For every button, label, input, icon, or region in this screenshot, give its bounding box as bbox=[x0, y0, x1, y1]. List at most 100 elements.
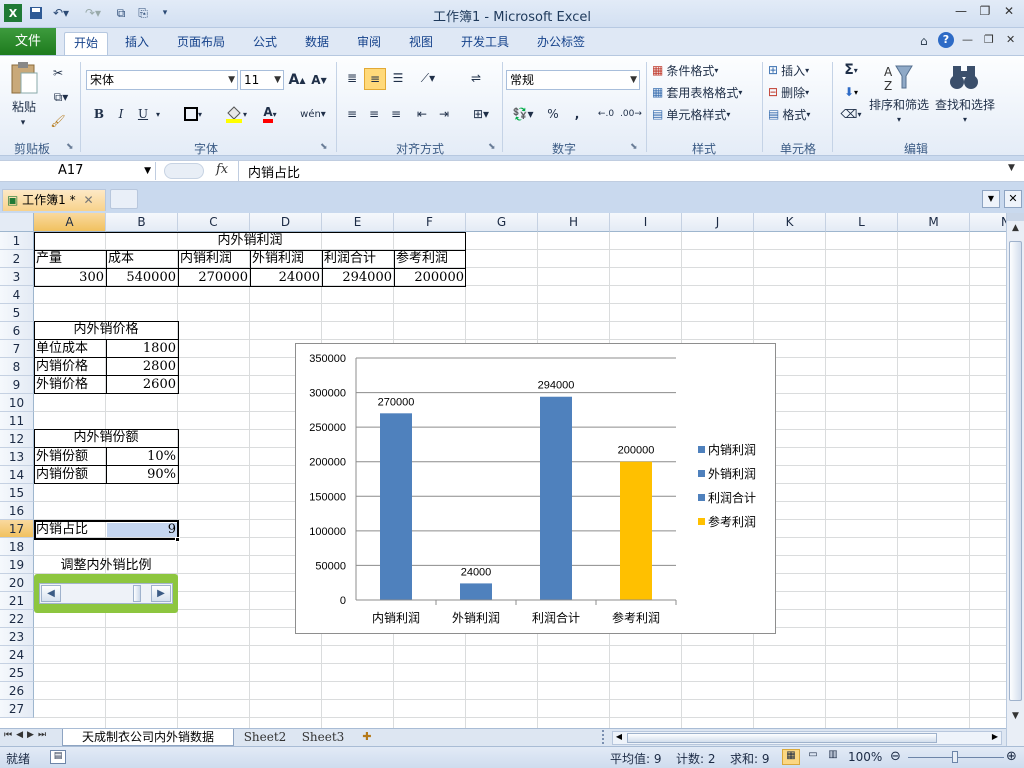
merge-center-icon[interactable]: ⊞▾ bbox=[466, 104, 496, 124]
number-launcher-icon[interactable]: ⬊ bbox=[630, 142, 638, 152]
tab-page-layout[interactable]: 页面布局 bbox=[168, 32, 234, 55]
split-box[interactable] bbox=[1007, 213, 1024, 221]
row-header[interactable]: 2 bbox=[0, 250, 34, 268]
bold-button[interactable]: B bbox=[90, 104, 108, 124]
cell-b9[interactable]: 2600 bbox=[106, 376, 178, 394]
sort-filter-button[interactable]: 排序和筛选 bbox=[868, 96, 930, 112]
cell-b14[interactable]: 90% bbox=[106, 466, 178, 484]
row-header[interactable]: 13 bbox=[0, 448, 34, 466]
underline-dropdown-icon[interactable]: ▾ bbox=[152, 104, 164, 124]
cell-b2[interactable]: 成本 bbox=[106, 250, 178, 268]
scroll-up-icon[interactable]: ▲ bbox=[1008, 223, 1023, 238]
format-painter-icon[interactable]: 🖌 bbox=[48, 112, 68, 130]
cell-f3[interactable]: 200000 bbox=[394, 269, 466, 287]
help-icon[interactable]: ? bbox=[938, 32, 954, 48]
row-header[interactable]: 21 bbox=[0, 592, 34, 610]
zoom-out-icon[interactable]: ⊖ bbox=[890, 749, 901, 764]
cell-d3[interactable]: 24000 bbox=[250, 269, 322, 287]
cell-a14[interactable]: 内销份额 bbox=[34, 466, 106, 484]
italic-button[interactable]: I bbox=[112, 104, 130, 124]
page-layout-view-icon[interactable]: ▭ bbox=[804, 749, 822, 765]
tab-list-icon[interactable]: ▼ bbox=[982, 190, 1000, 208]
align-left-icon[interactable]: ≡ bbox=[342, 104, 362, 124]
paste-button[interactable]: 粘贴 bbox=[6, 98, 42, 114]
row-header[interactable]: 16 bbox=[0, 502, 34, 520]
vscroll-thumb[interactable] bbox=[1009, 241, 1022, 701]
new-tab-button[interactable] bbox=[110, 189, 138, 209]
sheet-nav-icons[interactable]: ⏮◀▶⏭ bbox=[4, 730, 50, 740]
cell-a17[interactable]: 内销占比 bbox=[34, 521, 106, 539]
row-header[interactable]: 6 bbox=[0, 322, 34, 340]
zoom-slider-thumb[interactable] bbox=[952, 751, 958, 763]
row-header[interactable]: 8 bbox=[0, 358, 34, 376]
font-launcher-icon[interactable]: ⬊ bbox=[320, 142, 328, 152]
column-header[interactable]: J bbox=[682, 213, 754, 232]
name-box[interactable]: A17 ▼ bbox=[2, 162, 156, 180]
tab-review[interactable]: 审阅 bbox=[348, 32, 390, 55]
zoom-level[interactable]: 100% bbox=[848, 750, 882, 764]
column-header[interactable]: L bbox=[826, 213, 898, 232]
sort-dropdown-icon[interactable]: ▾ bbox=[892, 114, 906, 124]
column-header[interactable]: K bbox=[754, 213, 826, 232]
vertical-scrollbar[interactable]: ▲ ▼ bbox=[1006, 213, 1024, 746]
column-header[interactable]: E bbox=[322, 213, 394, 232]
doc-restore-icon[interactable]: ❐ bbox=[984, 33, 994, 46]
cut-icon[interactable]: ✂ bbox=[48, 64, 68, 82]
page-break-view-icon[interactable]: ▥ bbox=[824, 749, 842, 765]
find-select-button[interactable]: 查找和选择 bbox=[934, 96, 996, 112]
cell-a3[interactable]: 300 bbox=[34, 269, 106, 287]
hscroll-thumb[interactable] bbox=[627, 733, 937, 743]
cell-b7[interactable]: 1800 bbox=[106, 340, 178, 358]
cell-f2[interactable]: 参考利润 bbox=[394, 250, 466, 268]
row-header[interactable]: 4 bbox=[0, 286, 34, 304]
align-center-icon[interactable]: ≡ bbox=[364, 104, 384, 124]
shrink-font-icon[interactable]: A ▼ bbox=[310, 70, 328, 90]
cell-a13[interactable]: 外销份额 bbox=[34, 448, 106, 466]
scroll-right-icon[interactable]: ▶ bbox=[151, 585, 171, 602]
row-header[interactable]: 18 bbox=[0, 538, 34, 556]
increase-decimal-icon[interactable]: ←.0 bbox=[596, 104, 616, 124]
column-header[interactable]: M bbox=[898, 213, 970, 232]
row-header[interactable]: 15 bbox=[0, 484, 34, 502]
tab-view[interactable]: 视图 bbox=[400, 32, 442, 55]
row-header[interactable]: 1 bbox=[0, 232, 34, 250]
sheet-tab[interactable]: Sheet2 bbox=[236, 729, 294, 746]
scroll-right-icon[interactable]: ▶ bbox=[989, 732, 1001, 744]
cell-a12[interactable]: 内外销份额 bbox=[34, 429, 178, 447]
clipboard-launcher-icon[interactable]: ⬊ bbox=[66, 142, 74, 152]
cell-b17[interactable]: 9 bbox=[106, 521, 178, 539]
phonetic-icon[interactable]: wén▾ bbox=[296, 104, 330, 124]
tab-formulas[interactable]: 公式 bbox=[244, 32, 286, 55]
cell-c2[interactable]: 内销利润 bbox=[178, 250, 250, 268]
autosum-icon[interactable]: Σ ▾ bbox=[838, 60, 864, 80]
wrap-text-icon[interactable]: ⇌ bbox=[466, 68, 486, 88]
doc-minimize-icon[interactable]: — bbox=[962, 33, 973, 46]
cell-a9[interactable]: 外销价格 bbox=[34, 376, 106, 394]
column-header[interactable]: H bbox=[538, 213, 610, 232]
underline-button[interactable]: U bbox=[134, 104, 152, 124]
tab-split-handle[interactable] bbox=[602, 730, 608, 744]
cell-a2[interactable]: 产量 bbox=[34, 250, 106, 268]
binoculars-icon[interactable] bbox=[948, 60, 980, 94]
font-name-combo[interactable]: 宋体 ▼ bbox=[86, 70, 238, 90]
delete-cells-button[interactable]: ⊟ 删除 ▾ bbox=[768, 82, 828, 102]
cell-styles-button[interactable]: ▤ 单元格样式 ▾ bbox=[652, 104, 752, 124]
insert-sheet-icon[interactable]: ✚ bbox=[356, 729, 378, 746]
row-header[interactable]: 14 bbox=[0, 466, 34, 484]
find-dropdown-icon[interactable]: ▾ bbox=[958, 114, 972, 124]
align-middle-icon[interactable]: ≡ bbox=[364, 68, 386, 90]
borders-icon[interactable]: ▾ bbox=[178, 104, 208, 124]
column-header[interactable]: A bbox=[34, 213, 106, 232]
tab-developer[interactable]: 开发工具 bbox=[452, 32, 518, 55]
column-header[interactable]: I bbox=[610, 213, 682, 232]
tab-home[interactable]: 开始 bbox=[64, 32, 108, 55]
sheet-tab[interactable]: Sheet3 bbox=[296, 729, 350, 746]
font-size-combo[interactable]: 11 ▼ bbox=[240, 70, 284, 90]
row-header[interactable]: 9 bbox=[0, 376, 34, 394]
insert-cells-button[interactable]: ⊞ 插入 ▾ bbox=[768, 60, 828, 80]
select-all-corner[interactable] bbox=[0, 213, 34, 232]
orientation-icon[interactable]: ⟋▾ bbox=[414, 68, 442, 88]
horizontal-scrollbar[interactable]: ◀ ▶ bbox=[612, 731, 1002, 745]
cell-c1[interactable]: 内外销利润 bbox=[34, 232, 466, 250]
comma-button[interactable]: , bbox=[568, 104, 586, 124]
